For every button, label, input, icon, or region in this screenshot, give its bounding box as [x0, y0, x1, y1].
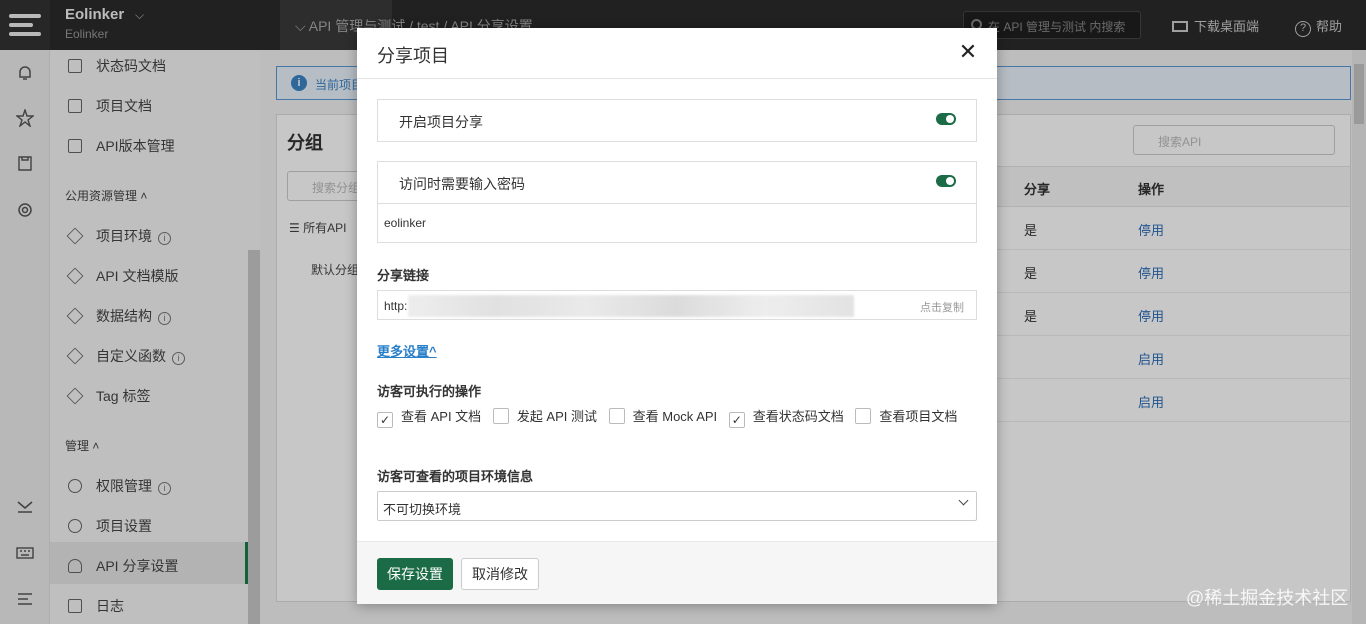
password-box: 访问时需要输入密码 — [377, 161, 977, 243]
copy-link-button[interactable]: 点击复制 — [920, 299, 964, 315]
more-settings-label: 更多设置 — [377, 344, 430, 359]
checkbox-label: 查看状态码文档 — [752, 409, 844, 424]
visitor-ops-checkboxes: ✓ 查看 API 文档 发起 API 测试 查看 Mock API ✓ 查看状态码文… — [377, 407, 977, 428]
cancel-button[interactable]: 取消修改 — [461, 558, 539, 590]
redacted-url — [408, 295, 854, 317]
env-label: 访客可查看的项目环境信息 — [377, 469, 534, 484]
share-link-label: 分享链接 — [377, 268, 430, 283]
close-icon[interactable]: ✕ — [957, 41, 979, 63]
password-label: 访问时需要输入密码 — [399, 176, 525, 192]
modal-footer: 保存设置 取消修改 — [357, 541, 997, 604]
watermark: @稀土掘金技术社区 — [1186, 588, 1349, 608]
password-toggle[interactable] — [936, 175, 956, 187]
enable-share-label: 开启项目分享 — [399, 114, 483, 130]
share-link-field[interactable]: http: 点击复制 — [377, 290, 977, 320]
checkbox-checked[interactable]: ✓ — [728, 412, 745, 428]
visitor-ops-label: 访客可执行的操作 — [377, 384, 482, 399]
share-link-url: http: — [384, 299, 408, 313]
checkbox-unchecked[interactable] — [492, 408, 509, 424]
checkbox-api-test[interactable]: 发起 API 测试 — [492, 407, 597, 427]
enable-share-box: 开启项目分享 — [377, 99, 977, 142]
checkbox-status-code-doc[interactable]: ✓ 查看状态码文档 — [728, 407, 844, 428]
modal-header: 分享项目 ✕ — [357, 28, 997, 79]
chevron-down-icon — [958, 495, 969, 506]
modal-title: 分享项目 — [377, 46, 449, 66]
env-select-value: 不可切换环境 — [383, 502, 462, 517]
chevron-up-icon: ^ — [429, 344, 437, 359]
checkbox-unchecked[interactable] — [855, 408, 872, 424]
share-project-modal: 分享项目 ✕ 开启项目分享 访问时需要输入密码 分享链接 http: 点击复制 … — [357, 28, 997, 604]
checkbox-label: 查看 API 文档 — [401, 409, 482, 424]
more-settings-toggle[interactable]: 更多设置^ — [377, 341, 437, 360]
checkbox-checked[interactable]: ✓ — [377, 412, 393, 428]
checkbox-view-api-doc[interactable]: ✓ 查看 API 文档 — [377, 407, 481, 428]
checkbox-unchecked[interactable] — [608, 408, 625, 424]
checkbox-mock-api[interactable]: 查看 Mock API — [608, 407, 718, 427]
enable-share-toggle[interactable] — [936, 113, 956, 125]
env-select[interactable]: 不可切换环境 — [377, 491, 977, 521]
checkbox-label: 发起 API 测试 — [516, 409, 597, 424]
checkbox-label: 查看 Mock API — [632, 409, 718, 424]
password-input[interactable] — [384, 213, 964, 233]
checkbox-label: 查看项目文档 — [879, 409, 958, 424]
checkbox-project-doc[interactable]: 查看项目文档 — [855, 407, 957, 427]
save-button[interactable]: 保存设置 — [377, 558, 453, 590]
